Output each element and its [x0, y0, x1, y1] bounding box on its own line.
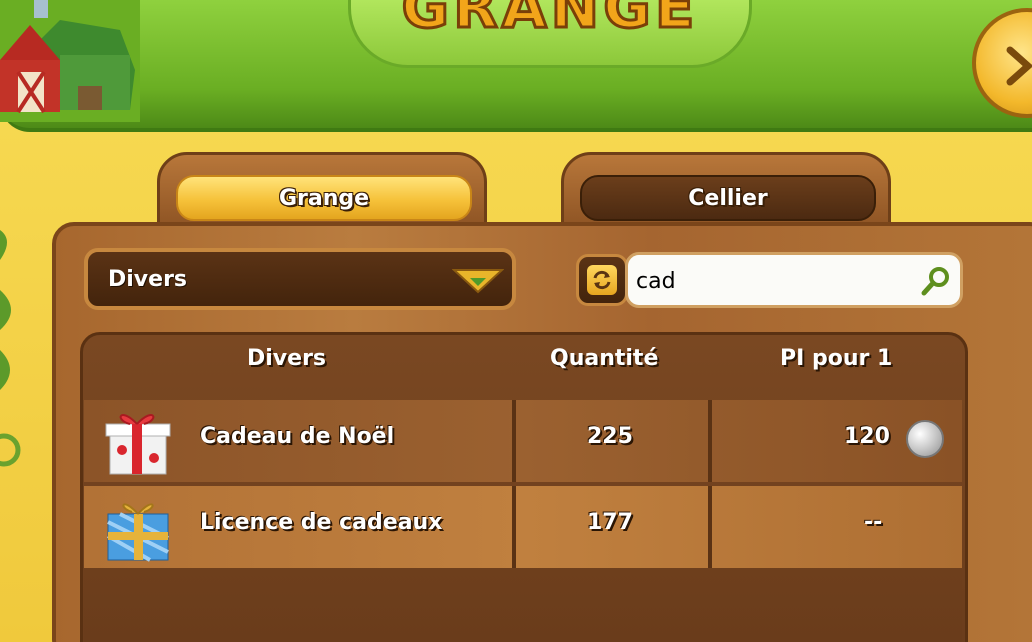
table-row[interactable]: Cadeau de Noël 225 120	[84, 400, 962, 482]
tab-cellier[interactable]: Cellier	[561, 152, 891, 230]
tab-grange-label: Grange	[176, 175, 472, 221]
refresh-icon	[587, 265, 617, 295]
column-divider	[512, 400, 516, 482]
item-price: --	[864, 510, 883, 535]
category-dropdown-value: Divers	[108, 266, 188, 292]
item-quantity: 177	[587, 510, 633, 535]
column-header-quantity: Quantité	[550, 346, 659, 371]
column-divider	[708, 400, 712, 482]
gift-box-icon	[105, 414, 171, 475]
item-price: 120	[844, 424, 890, 449]
leaf-decoration-icon	[0, 230, 21, 467]
chevron-down-icon	[452, 269, 504, 294]
tab-grange[interactable]: Grange	[157, 152, 487, 230]
item-name: Cadeau de Noël	[200, 424, 395, 449]
column-divider	[512, 486, 516, 568]
column-header-category: Divers	[247, 346, 327, 371]
coin-icon	[906, 420, 944, 458]
item-name: Licence de cadeaux	[200, 510, 443, 535]
page-title: GRANGE	[400, 0, 699, 43]
item-quantity: 225	[587, 424, 633, 449]
column-divider	[708, 486, 712, 568]
page-title-plate: GRANGE	[348, 0, 752, 68]
column-header-price: PI pour 1	[780, 346, 893, 371]
barn-icon	[0, 0, 140, 122]
search-icon[interactable]	[920, 265, 952, 297]
tab-cellier-label: Cellier	[580, 175, 876, 221]
table-empty-row	[84, 570, 962, 642]
refresh-button[interactable]	[576, 254, 628, 306]
gift-license-icon	[107, 503, 169, 562]
chevron-right-icon	[1006, 46, 1032, 86]
search-box	[625, 252, 963, 308]
category-dropdown[interactable]: Divers	[84, 248, 516, 310]
table-row[interactable]: Licence de cadeaux 177 --	[84, 486, 962, 568]
search-input[interactable]	[636, 263, 916, 299]
